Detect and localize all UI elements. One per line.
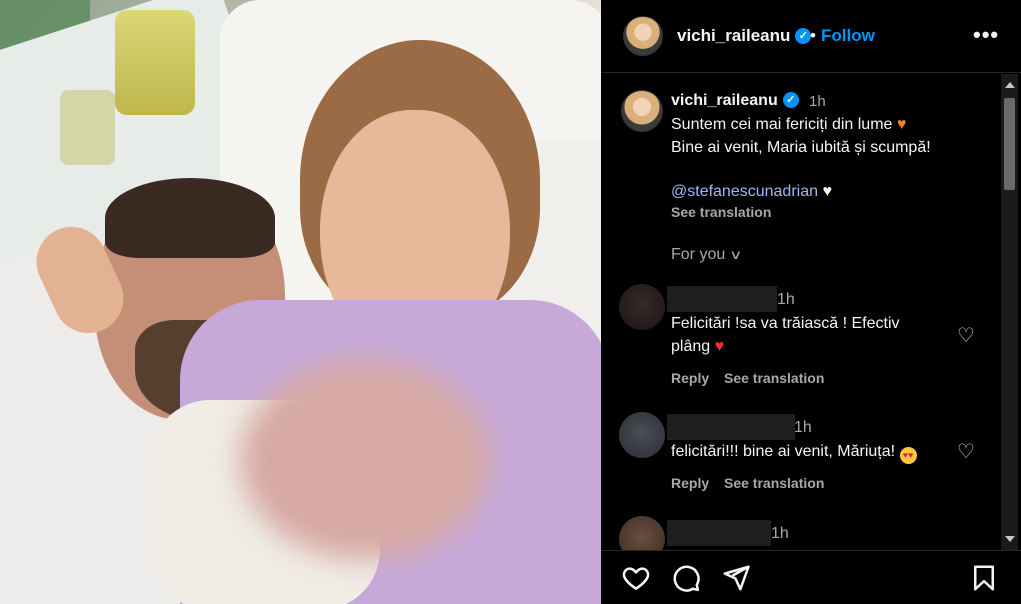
- comment-like-heart-icon[interactable]: ♡: [957, 323, 975, 348]
- comment-avatar[interactable]: [619, 516, 665, 550]
- red-heart-icon: ♥: [714, 338, 725, 355]
- caption-time: 1h: [809, 93, 826, 110]
- for-you-dropdown[interactable]: For you ∨: [671, 246, 743, 264]
- caption-line-1-text: Suntem cei mai fericiți din lume: [671, 116, 893, 133]
- comment-text-1: felicitări!!! bine ai venit, Măriuța! ♥♥: [671, 440, 917, 464]
- comment-time: 1h: [771, 525, 789, 542]
- caption-see-translation[interactable]: See translation: [671, 204, 771, 220]
- reply-button[interactable]: Reply: [671, 475, 709, 491]
- scroll-up-arrow-icon[interactable]: [1005, 82, 1015, 88]
- caption-username[interactable]: vichi_raileanu ✓: [671, 91, 799, 110]
- comments-scroll-area[interactable]: vichi_raileanu ✓ 1h Suntem cei mai ferici…: [601, 74, 1001, 550]
- comment-avatar[interactable]: [619, 284, 665, 330]
- verified-badge-icon: ✓: [782, 91, 799, 108]
- caption-username-text[interactable]: vichi_raileanu: [671, 92, 778, 109]
- post-side-panel: vichi_raileanu ✓ • Follow ••• vichi_raile…: [601, 0, 1021, 604]
- comment-time: 1h: [777, 291, 795, 308]
- follow-button[interactable]: Follow: [821, 26, 875, 46]
- comment-text-1-body: felicitări!!! bine ai venit, Măriuța!: [671, 443, 896, 460]
- see-translation-button[interactable]: See translation: [724, 370, 824, 386]
- comment-text-1: Felicitări !sa va trăiască ! Efectiv: [671, 315, 900, 332]
- orange-heart-icon: ♥: [896, 116, 907, 133]
- comment-text-2-body: plâng: [671, 338, 711, 355]
- post-photo[interactable]: [0, 0, 601, 604]
- post-action-bar: [601, 550, 1021, 604]
- comment-username-redacted[interactable]: [667, 520, 771, 546]
- photo-bottle-shape: [115, 10, 195, 115]
- comments-scrollbar[interactable]: [1001, 74, 1018, 550]
- photo-cup-shape: [60, 90, 115, 165]
- header-separator: •: [810, 26, 816, 45]
- see-translation-button[interactable]: See translation: [724, 475, 824, 491]
- for-you-label[interactable]: For you: [671, 246, 725, 263]
- chevron-down-icon: ∨: [729, 247, 743, 262]
- bookmark-icon[interactable]: [969, 563, 999, 593]
- comment-like-heart-icon[interactable]: ♡: [957, 439, 975, 464]
- white-heart-icon: ♥: [822, 183, 832, 200]
- header-username[interactable]: vichi_raileanu ✓: [677, 26, 812, 46]
- caption-mention-text[interactable]: @stefanescunadrian: [671, 183, 818, 200]
- heart-icon[interactable]: [621, 563, 651, 593]
- send-icon[interactable]: [721, 563, 751, 593]
- header-username-text[interactable]: vichi_raileanu: [677, 26, 790, 45]
- comment-time: 1h: [794, 419, 812, 436]
- comment-text-2: plâng ♥: [671, 335, 724, 358]
- caption-line-2: Bine ai venit, Maria iubită și scumpă!: [671, 139, 931, 156]
- photo-blurred-baby: [240, 360, 490, 560]
- comment-username-redacted[interactable]: [667, 286, 777, 312]
- post-header: vichi_raileanu ✓ • Follow •••: [601, 0, 1021, 73]
- scrollbar-thumb[interactable]: [1004, 98, 1015, 190]
- caption-avatar[interactable]: [621, 90, 663, 132]
- header-avatar[interactable]: [623, 16, 663, 56]
- reply-button[interactable]: Reply: [671, 370, 709, 386]
- heart-eyes-emoji-icon: ♥♥: [899, 447, 917, 464]
- comment-username-redacted[interactable]: [667, 414, 795, 440]
- scroll-down-arrow-icon[interactable]: [1005, 536, 1015, 542]
- caption-line-1: Suntem cei mai fericiți din lume ♥: [671, 116, 906, 134]
- comment-avatar[interactable]: [619, 412, 665, 458]
- photo-man-hair: [105, 178, 275, 258]
- caption-mention[interactable]: @stefanescunadrian ♥: [671, 183, 832, 201]
- comment-icon[interactable]: [671, 563, 701, 593]
- more-options-icon[interactable]: •••: [973, 22, 999, 48]
- verified-badge-icon: ✓: [795, 27, 812, 44]
